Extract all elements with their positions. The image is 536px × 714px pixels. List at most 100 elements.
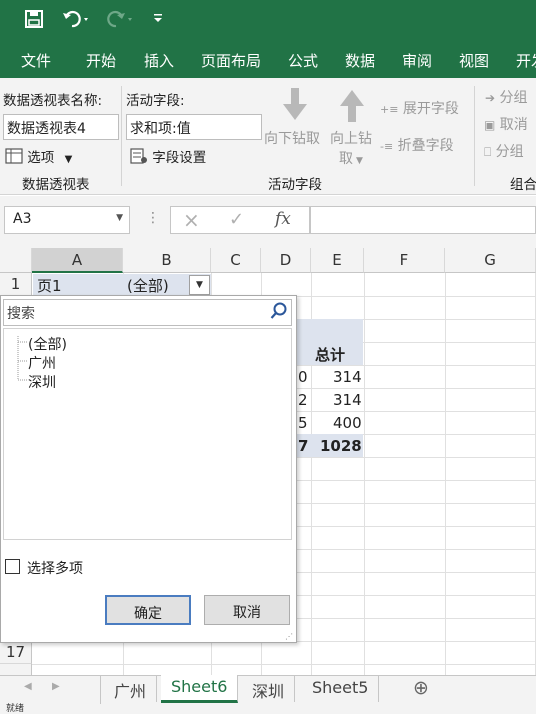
status-bar: 就绪	[0, 704, 536, 714]
tab-page-layout[interactable]: 页面布局	[201, 50, 261, 71]
status-text: 就绪	[6, 704, 25, 714]
ungroup-label: 取消	[499, 117, 528, 133]
formula-input[interactable]	[310, 206, 536, 234]
tab-review[interactable]: 审阅	[402, 50, 432, 71]
tab-data[interactable]: 数据	[345, 50, 375, 71]
row-header-1[interactable]: 1	[0, 273, 32, 296]
pivot-e-value: 400	[333, 414, 362, 432]
page-field-label: 页1	[37, 277, 62, 295]
splitter-dots-icon[interactable]: ⋮	[146, 210, 160, 226]
filter-item-tree: (全部) 广州 深圳	[3, 328, 292, 540]
scroll-left-icon[interactable]: ◀	[24, 681, 32, 692]
column-header-g[interactable]: G	[445, 248, 536, 273]
filter-search-input[interactable]: 搜索	[3, 299, 292, 326]
chevron-down-icon[interactable]: ▼	[116, 213, 123, 223]
pivot-d-total: 7	[298, 437, 309, 455]
group-pivot-label: 数据透视表	[22, 177, 90, 193]
tab-insert[interactable]: 插入	[144, 50, 174, 71]
options-button[interactable]: 选项 ▼	[5, 146, 72, 166]
resize-grip-icon[interactable]: ⋰	[285, 632, 293, 641]
group-selection-button[interactable]: ➔ 分组	[485, 87, 528, 107]
field-settings-label: 字段设置	[152, 150, 207, 166]
ungroup-icon: ▣	[484, 118, 496, 132]
scroll-right-icon[interactable]: ▶	[52, 681, 60, 692]
drill-up-label-line2: 取 ▼	[339, 148, 363, 168]
enter-icon[interactable]: ✓	[229, 209, 244, 230]
select-all-corner[interactable]	[0, 248, 32, 273]
drill-up-icon	[338, 88, 366, 126]
pivot-d-value: 5	[298, 414, 308, 432]
page-field-value: (全部)	[127, 277, 169, 295]
collapse-field-label: 折叠字段	[397, 138, 454, 154]
ribbon-divider	[474, 86, 475, 186]
drill-up-label-text: 取	[339, 151, 353, 167]
pivot-e-value: 314	[333, 391, 362, 409]
arrow-right-icon: ➔	[485, 91, 496, 105]
add-sheet-icon[interactable]: ⊕	[413, 677, 429, 699]
pivot-e-total: 1028	[320, 437, 362, 455]
multi-select-checkbox[interactable]	[5, 559, 20, 574]
sheet-tab-sheet6[interactable]: Sheet6	[161, 675, 239, 703]
active-field-input[interactable]: 求和项:值	[126, 114, 262, 140]
cancel-button[interactable]: 取消	[204, 595, 290, 625]
save-icon[interactable]	[24, 9, 44, 34]
sheet-tab-sheet5[interactable]: Sheet5	[302, 676, 380, 702]
pivot-name-input[interactable]: 数据透视表4	[3, 114, 119, 140]
cancel-icon[interactable]: ×	[183, 208, 200, 232]
multi-select-label: 选择多项	[27, 561, 83, 577]
drill-down-button[interactable]: 向下钻取	[264, 128, 320, 148]
field-settings-button[interactable]: 字段设置	[130, 146, 206, 166]
pivot-options-icon	[5, 148, 23, 164]
ribbon-tabs: 文件 开始 插入 页面布局 公式 数据 审阅 视图 开发	[0, 42, 536, 78]
column-header-a[interactable]: A	[32, 248, 123, 273]
filter-item-guangzhou[interactable]: 广州	[28, 353, 56, 373]
pivot-e-value: 314	[333, 368, 362, 386]
column-header-d[interactable]: D	[261, 248, 311, 273]
options-label: 选项	[27, 150, 55, 166]
group-group-label: 组合	[510, 177, 536, 193]
tab-view[interactable]: 视图	[459, 50, 489, 71]
pivot-total-header: 总计	[315, 346, 346, 364]
insert-function-icon[interactable]: fx	[275, 209, 291, 229]
tab-file[interactable]: 文件	[21, 50, 51, 71]
name-box-value: A3	[13, 211, 32, 227]
search-icon[interactable]	[270, 302, 288, 324]
column-header-b[interactable]: B	[123, 248, 211, 273]
pivot-name-label: 数据透视表名称:	[3, 93, 103, 109]
filter-item-all[interactable]: (全部)	[28, 334, 67, 354]
ungroup-button[interactable]: ▣ 取消	[484, 114, 528, 134]
chevron-down-icon: ▼	[196, 280, 203, 290]
column-header-e[interactable]: E	[311, 248, 364, 273]
active-field-label: 活动字段:	[126, 93, 185, 109]
tab-formulas[interactable]: 公式	[288, 50, 318, 71]
drill-up-button[interactable]: 向上钻	[330, 128, 372, 148]
pivot-d-value: 0	[298, 368, 308, 386]
tab-home[interactable]: 开始	[86, 50, 116, 71]
filter-item-shenzhen[interactable]: 深圳	[28, 372, 56, 392]
expand-field-button[interactable]: +≡ 展开字段	[380, 98, 459, 118]
tab-developer[interactable]: 开发	[516, 50, 536, 71]
name-box[interactable]: A3 ▼	[4, 206, 130, 234]
sheet-tab-shenzhen[interactable]: 深圳	[242, 676, 296, 702]
column-header-f[interactable]: F	[364, 248, 445, 273]
drill-down-icon	[281, 88, 309, 126]
pivot-d-value: 2	[298, 391, 308, 409]
row-header-17[interactable]: 17	[0, 641, 32, 664]
ok-button[interactable]: 确定	[105, 595, 191, 625]
column-header-c[interactable]: C	[211, 248, 261, 273]
undo-icon[interactable]	[62, 9, 92, 34]
expand-field-label: 展开字段	[402, 101, 459, 117]
collapse-field-button[interactable]: -≡ 折叠字段	[380, 135, 454, 155]
chevron-down-icon: ▼	[356, 156, 363, 166]
tab-divider	[100, 676, 101, 704]
chevron-down-icon: ▼	[64, 154, 73, 165]
title-bar	[0, 0, 536, 42]
sheet-tab-guangzhou[interactable]: 广州	[104, 676, 158, 702]
field-settings-icon	[130, 148, 147, 164]
ribbon-divider	[121, 86, 122, 186]
customize-icon[interactable]	[152, 12, 164, 27]
group-field-button[interactable]: ⎕ 分组	[484, 141, 524, 161]
page-filter-dropdown-button[interactable]: ▼	[189, 275, 210, 295]
filter-search-placeholder: 搜索	[7, 306, 35, 322]
ribbon: 数据透视表名称: 数据透视表4 选项 ▼ 数据透视表 活动字段: 求和项:值 字…	[0, 78, 536, 195]
